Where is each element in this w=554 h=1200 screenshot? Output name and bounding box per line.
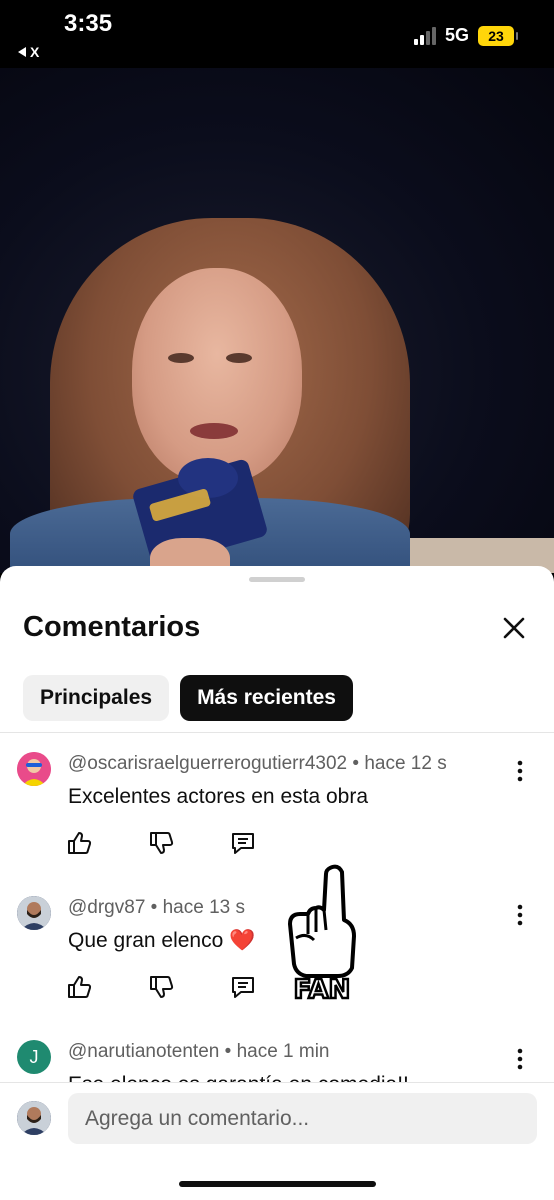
add-comment-input[interactable]: Agrega un comentario...	[68, 1093, 537, 1144]
video-eye-left	[168, 353, 194, 363]
avatar-person-icon	[17, 752, 51, 786]
video-person-face	[132, 268, 302, 483]
avatar[interactable]	[17, 752, 51, 786]
avatar[interactable]: J	[17, 1040, 51, 1074]
sheet-drag-handle[interactable]	[249, 577, 305, 582]
comment-time: hace 13 s	[162, 897, 246, 918]
cellular-signal-icon	[413, 26, 436, 45]
network-type: 5G	[444, 25, 469, 45]
divider	[0, 732, 554, 733]
more-options-icon[interactable]	[510, 1047, 530, 1071]
avatar[interactable]	[17, 896, 51, 930]
comment-author[interactable]: @narutianotenten	[68, 1041, 219, 1062]
comment-author[interactable]: @oscarisraelguerrerogutierr4302	[68, 753, 347, 774]
comment-meta: @narutianotenten • hace 1 min	[68, 1041, 330, 1062]
reply-icon[interactable]	[230, 830, 256, 856]
comments-sheet: Comentarios Principales Más recientes @o…	[0, 566, 554, 1200]
video-player[interactable]	[0, 68, 554, 573]
video-mouth	[190, 423, 238, 439]
comment-text: Que gran elenco ❤️	[68, 929, 256, 952]
reply-icon[interactable]	[230, 974, 256, 1000]
close-icon[interactable]	[500, 614, 528, 642]
like-icon[interactable]	[66, 974, 92, 1000]
fan-label: FAN	[294, 975, 351, 1002]
sort-tabs: Principales Más recientes	[23, 675, 353, 721]
current-user-avatar[interactable]	[17, 1101, 51, 1135]
back-app-label: X	[30, 44, 40, 60]
video-eye-right	[226, 353, 252, 363]
tab-principales[interactable]: Principales	[23, 675, 170, 721]
comment-actions	[66, 830, 256, 856]
avatar-person-icon	[17, 1101, 51, 1135]
sheet-title: Comentarios	[23, 611, 201, 643]
comment-author[interactable]: @drgv87	[68, 897, 145, 918]
status-indicators: 5G 23	[413, 25, 518, 46]
comment-meta: @oscarisraelguerrerogutierr4302 • hace 1…	[68, 753, 447, 774]
dislike-icon[interactable]	[148, 830, 174, 856]
comment-meta: @drgv87 • hace 13 s	[68, 897, 246, 918]
status-time: 3:35	[64, 10, 113, 37]
more-options-icon[interactable]	[510, 903, 530, 927]
more-options-icon[interactable]	[510, 759, 530, 783]
status-bar: 3:35 X 5G 23	[0, 0, 554, 68]
like-icon[interactable]	[66, 830, 92, 856]
home-indicator[interactable]	[179, 1181, 376, 1187]
avatar-initial: J	[29, 1046, 39, 1067]
tab-mas-recientes[interactable]: Más recientes	[180, 675, 353, 721]
comment-time: hace 1 min	[236, 1041, 330, 1062]
avatar-person-icon	[17, 896, 51, 930]
comment-composer: Agrega un comentario...	[0, 1082, 554, 1200]
microphone-head	[178, 458, 238, 498]
fan-hand-sticker: FAN	[288, 864, 356, 1002]
comment-text: Excelentes actores en esta obra	[68, 785, 369, 808]
comment-actions	[66, 974, 256, 1000]
battery-level: 23	[488, 27, 504, 44]
back-to-app-link[interactable]: X	[18, 44, 39, 60]
comment-time: hace 12 s	[364, 753, 447, 774]
back-triangle-icon	[18, 47, 26, 57]
dislike-icon[interactable]	[148, 974, 174, 1000]
battery-icon: 23	[478, 25, 518, 46]
